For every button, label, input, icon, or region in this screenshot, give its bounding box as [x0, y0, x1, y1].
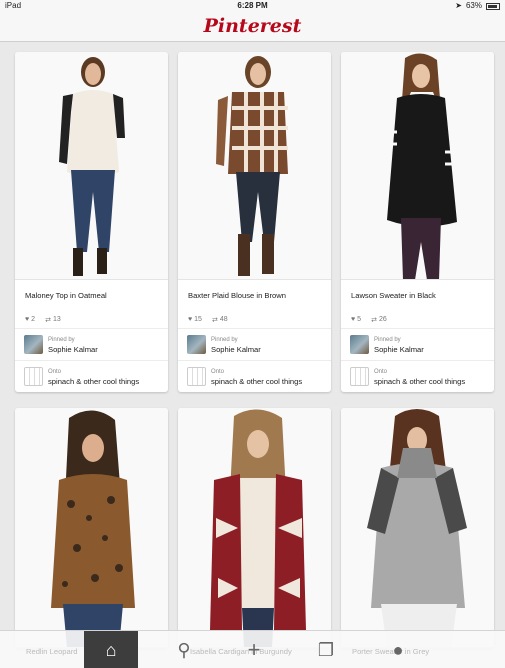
board-thumbnail[interactable] [24, 367, 43, 386]
search-icon: ⚲ [177, 640, 191, 660]
onto-label: Onto [211, 368, 225, 375]
heart-icon: ♥ [351, 316, 356, 323]
repin-count[interactable]: ⇄ 13 [45, 311, 61, 328]
plus-icon: + [247, 637, 261, 662]
pinner-row[interactable]: Pinned by Sophie Kalmar [341, 328, 494, 360]
model-photo [367, 409, 467, 647]
pin-card[interactable] [178, 408, 331, 648]
like-count[interactable]: ♥ 5 [351, 311, 361, 328]
model-photo [59, 57, 125, 276]
like-count-value: 15 [194, 316, 202, 323]
pin-card[interactable] [15, 408, 168, 648]
pin-stats: ♥ 15 ⇄ 48 [178, 306, 331, 328]
pinner-name[interactable]: Sophie Kalmar [211, 345, 261, 354]
onto-label: Onto [374, 368, 388, 375]
tab-profile[interactable]: ● [386, 631, 410, 668]
board-thumbnail[interactable] [350, 367, 369, 386]
pinner-name[interactable]: Sophie Kalmar [374, 345, 424, 354]
pin-image[interactable] [341, 408, 494, 648]
board-row[interactable]: Onto spinach & other cool things [341, 360, 494, 392]
repin-count-value: 48 [219, 316, 228, 323]
board-thumbnail[interactable] [187, 367, 206, 386]
model-photo [216, 56, 288, 276]
pinner-avatar[interactable] [187, 335, 206, 354]
model-photo [381, 53, 459, 279]
pin-image[interactable] [15, 408, 168, 648]
location-icon: ➤ [455, 1, 462, 10]
tab-bar: Redlin Leopard Isabella Cardigan in Burg… [0, 630, 505, 668]
status-right: ➤ 63% [455, 0, 500, 12]
model-photo [210, 409, 306, 647]
app-header: Pinterest [0, 12, 505, 42]
faded-pin-title: Isabella Cardigan in Burgundy [190, 647, 292, 656]
battery-icon [486, 2, 500, 10]
person-icon: ● [392, 640, 404, 660]
like-count[interactable]: ♥ 2 [25, 311, 35, 328]
pinner-name[interactable]: Sophie Kalmar [48, 345, 98, 354]
repin-count[interactable]: ⇄ 26 [371, 311, 387, 328]
faded-pin-title: Redlin Leopard [26, 647, 78, 656]
heart-icon: ♥ [25, 316, 30, 323]
pin-stats: ♥ 2 ⇄ 13 [15, 306, 168, 328]
tab-search[interactable]: ⚲ [172, 631, 196, 668]
house-icon: ⌂ [105, 640, 117, 660]
model-photo [51, 410, 135, 647]
board-row[interactable]: Onto spinach & other cool things [15, 360, 168, 392]
tab-add[interactable]: + [242, 631, 266, 668]
pinner-avatar[interactable] [350, 335, 369, 354]
pin-stats: ♥ 5 ⇄ 26 [341, 306, 494, 328]
repin-icon: ⇄ [371, 316, 377, 324]
like-count-value: 2 [31, 316, 36, 323]
pinned-by-label: Pinned by [48, 336, 75, 343]
tab-home[interactable]: ⌂ [84, 631, 138, 668]
like-count[interactable]: ♥ 15 [188, 311, 202, 328]
onto-label: Onto [48, 368, 62, 375]
chat-icon: ❐ [317, 640, 335, 660]
repin-count-value: 13 [52, 316, 61, 323]
board-name[interactable]: spinach & other cool things [374, 377, 465, 386]
board-row[interactable]: Onto spinach & other cool things [178, 360, 331, 392]
pin-image[interactable] [341, 52, 494, 280]
repin-count[interactable]: ⇄ 48 [212, 311, 228, 328]
pinterest-logo[interactable]: Pinterest [204, 15, 302, 37]
pinned-by-label: Pinned by [374, 336, 401, 343]
pin-card[interactable]: Maloney Top in Oatmeal ♥ 2 ⇄ 13 Pinned b… [15, 52, 168, 392]
pin-card[interactable]: Baxter Plaid Blouse in Brown ♥ 15 ⇄ 48 P… [178, 52, 331, 392]
tab-notifications[interactable]: ❐ [314, 631, 338, 668]
pin-image[interactable] [178, 52, 331, 280]
battery-percent: 63% [465, 1, 482, 10]
pinner-row[interactable]: Pinned by Sophie Kalmar [15, 328, 168, 360]
pin-description[interactable]: Maloney Top in Oatmeal [15, 280, 168, 306]
pin-image[interactable] [15, 52, 168, 280]
pin-card[interactable]: Lawson Sweater in Black ♥ 5 ⇄ 26 Pinned … [341, 52, 494, 392]
repin-count-value: 26 [378, 316, 387, 323]
repin-icon: ⇄ [45, 316, 51, 324]
board-name[interactable]: spinach & other cool things [48, 377, 139, 386]
pin-description[interactable]: Baxter Plaid Blouse in Brown [178, 280, 331, 306]
pin-card[interactable] [341, 408, 494, 648]
pinner-row[interactable]: Pinned by Sophie Kalmar [178, 328, 331, 360]
pinner-avatar[interactable] [24, 335, 43, 354]
heart-icon: ♥ [188, 316, 193, 323]
board-name[interactable]: spinach & other cool things [211, 377, 302, 386]
like-count-value: 5 [357, 316, 362, 323]
pinned-by-label: Pinned by [211, 336, 238, 343]
pin-image[interactable] [178, 408, 331, 648]
clock: 6:28 PM [237, 1, 268, 10]
repin-icon: ⇄ [211, 316, 218, 324]
pin-description[interactable]: Lawson Sweater in Black [341, 280, 494, 306]
status-bar: iPad 6:28 PM ➤ 63% [0, 0, 505, 12]
